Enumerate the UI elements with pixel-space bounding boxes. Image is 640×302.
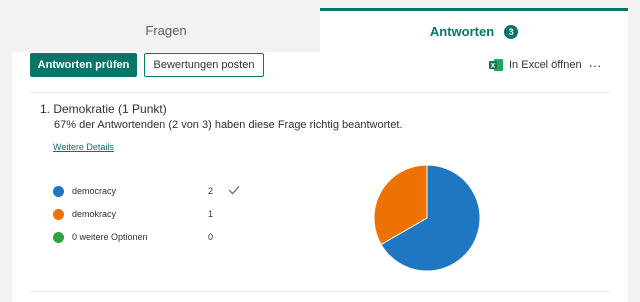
review-answers-button[interactable]: Antworten prüfen xyxy=(30,53,137,77)
legend-dot-other-options xyxy=(53,231,64,243)
divider xyxy=(30,291,610,292)
checkmark-icon xyxy=(228,186,240,195)
divider xyxy=(30,92,610,93)
response-pie-chart xyxy=(373,164,481,272)
tab-questions-label: Fragen xyxy=(145,22,187,38)
option-row: 0 weitere Optionen xyxy=(53,230,148,244)
more-options-icon[interactable]: ··· xyxy=(586,56,604,74)
tab-bar: Fragen Antworten 3 xyxy=(12,8,628,52)
tab-responses[interactable]: Antworten 3 xyxy=(320,8,628,52)
legend-dot-demokracy xyxy=(53,208,64,220)
open-in-excel-button[interactable]: X In Excel öffnen xyxy=(489,56,582,74)
option-label: democracy xyxy=(72,186,117,196)
more-details-link[interactable]: Weitere Details xyxy=(53,142,114,152)
open-in-excel-label: In Excel öffnen xyxy=(509,59,582,71)
option-row: democracy xyxy=(53,184,116,198)
excel-icon: X xyxy=(489,58,503,72)
legend-dot-democracy xyxy=(53,185,64,197)
tab-questions[interactable]: Fragen xyxy=(12,8,320,52)
responses-count-badge: 3 xyxy=(504,24,519,39)
post-scores-button[interactable]: Bewertungen posten xyxy=(144,53,264,77)
option-count: 2 xyxy=(208,186,214,196)
responses-card: Fragen Antworten 3 Antworten prüfen Bewe… xyxy=(12,8,628,302)
option-row: demokracy xyxy=(53,207,116,221)
tab-responses-label: Antworten xyxy=(429,24,495,39)
option-label: demokracy xyxy=(72,209,117,219)
question-title: 1. Demokratie (1 Punkt) xyxy=(40,102,167,116)
option-count: 0 xyxy=(208,232,214,242)
option-count: 1 xyxy=(208,209,214,219)
question-summary: 67% der Antwortenden (2 von 3) haben die… xyxy=(54,119,403,131)
svg-text:X: X xyxy=(491,63,496,70)
option-label: 0 weitere Optionen xyxy=(72,232,148,242)
